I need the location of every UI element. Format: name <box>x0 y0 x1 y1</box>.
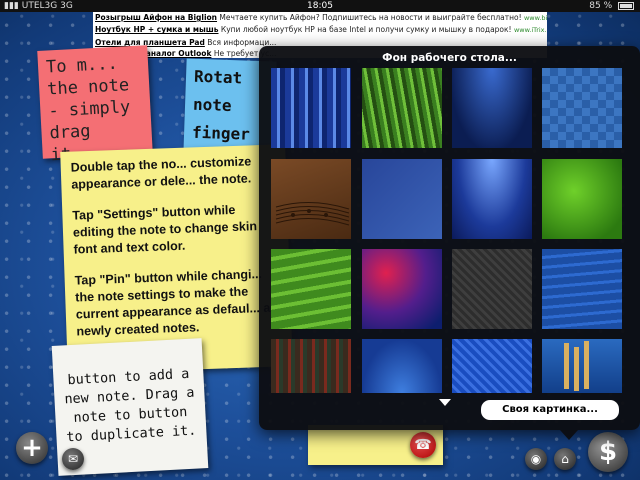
wallpaper-tile[interactable] <box>452 249 532 329</box>
add-note-button[interactable]: + <box>16 432 48 464</box>
note-paragraph: Tap "Pin" button while changi... the not… <box>74 267 278 339</box>
wallpaper-button[interactable]: ⌂ <box>554 448 576 470</box>
mail-icon: ✉ <box>67 452 79 466</box>
store-button[interactable]: $ <box>588 432 628 472</box>
battery-info: 85 % <box>589 0 634 12</box>
wallpaper-tile[interactable] <box>542 339 622 393</box>
popover-pointer <box>560 430 578 440</box>
camera-button[interactable]: ◉ <box>525 448 547 470</box>
ad-url[interactable]: www.biglion.ru <box>524 14 547 22</box>
wallpaper-tile[interactable] <box>452 159 532 239</box>
ad-url[interactable]: www.iTrix.ua <box>514 26 547 34</box>
battery-percent: 85 % <box>589 1 613 11</box>
wallpaper-grid <box>271 68 633 398</box>
note-text: button to add a new note. Drag a note to… <box>64 365 197 446</box>
ad-text: Мечтаете купить Айфон? Подпишитесь на но… <box>219 13 522 22</box>
popover-title: Фон рабочего стола... <box>382 52 517 64</box>
note-paragraph: Tap "Settings" button while editing the … <box>72 202 258 257</box>
ad-title[interactable]: Ноутбук HP + сумка и мышь <box>95 25 219 34</box>
phone-icon: ☎ <box>414 437 432 453</box>
wallpaper-tile[interactable] <box>362 68 442 148</box>
music-notes-icon <box>275 201 350 226</box>
battery-icon <box>618 1 634 10</box>
pencils-icon <box>564 341 589 391</box>
ad-title[interactable]: Розыгрыш Айфон на Biglion <box>95 13 217 22</box>
mail-button[interactable]: ✉ <box>62 448 84 470</box>
ad-text: Купи любой ноутбук HP на базе Intel и по… <box>220 25 512 35</box>
wallpaper-tile[interactable] <box>542 249 622 329</box>
scroll-down-indicator <box>439 399 451 406</box>
wallpaper-tile[interactable] <box>362 339 442 393</box>
camera-icon: ◉ <box>530 452 542 466</box>
clock: 18:05 <box>307 1 333 11</box>
ad-title[interactable]: Отели для планшета Pad <box>95 38 205 47</box>
wallpaper-tile[interactable] <box>362 159 442 239</box>
wallpaper-tile[interactable] <box>271 339 351 393</box>
plus-icon: + <box>21 433 43 463</box>
status-bar: ▮▮▮ UTEL3G 3G 18:05 85 % <box>0 0 640 12</box>
note-text: Double tap the no... customize appearanc… <box>60 144 292 363</box>
wallpaper-tile[interactable] <box>452 339 532 393</box>
wallpaper-tile[interactable] <box>542 68 622 148</box>
home-icon: ⌂ <box>561 452 569 466</box>
note-paragraph: Double tap the no... customize appearanc… <box>70 154 252 192</box>
wallpaper-tile[interactable] <box>362 249 442 329</box>
wallpaper-popover: Фон рабочего стола... Своя картинка... <box>259 46 640 430</box>
ad-row[interactable]: Ноутбук HP + сумка и мышь Купи любой ноу… <box>95 24 547 36</box>
wallpaper-tile[interactable] <box>271 159 351 239</box>
wallpaper-tile[interactable] <box>271 249 351 329</box>
wallpaper-tile[interactable] <box>271 68 351 148</box>
ad-row[interactable]: Розыгрыш Айфон на Biglion Мечтаете купит… <box>95 12 547 24</box>
wallpaper-tile[interactable] <box>452 68 532 148</box>
wallpaper-tile[interactable] <box>542 159 622 239</box>
own-picture-button[interactable]: Своя картинка... <box>481 400 619 420</box>
dollar-icon: $ <box>598 437 618 467</box>
note-pink[interactable]: To m... the note - simply drag it... <box>37 45 153 165</box>
pin-button[interactable]: ☎ <box>410 432 436 458</box>
